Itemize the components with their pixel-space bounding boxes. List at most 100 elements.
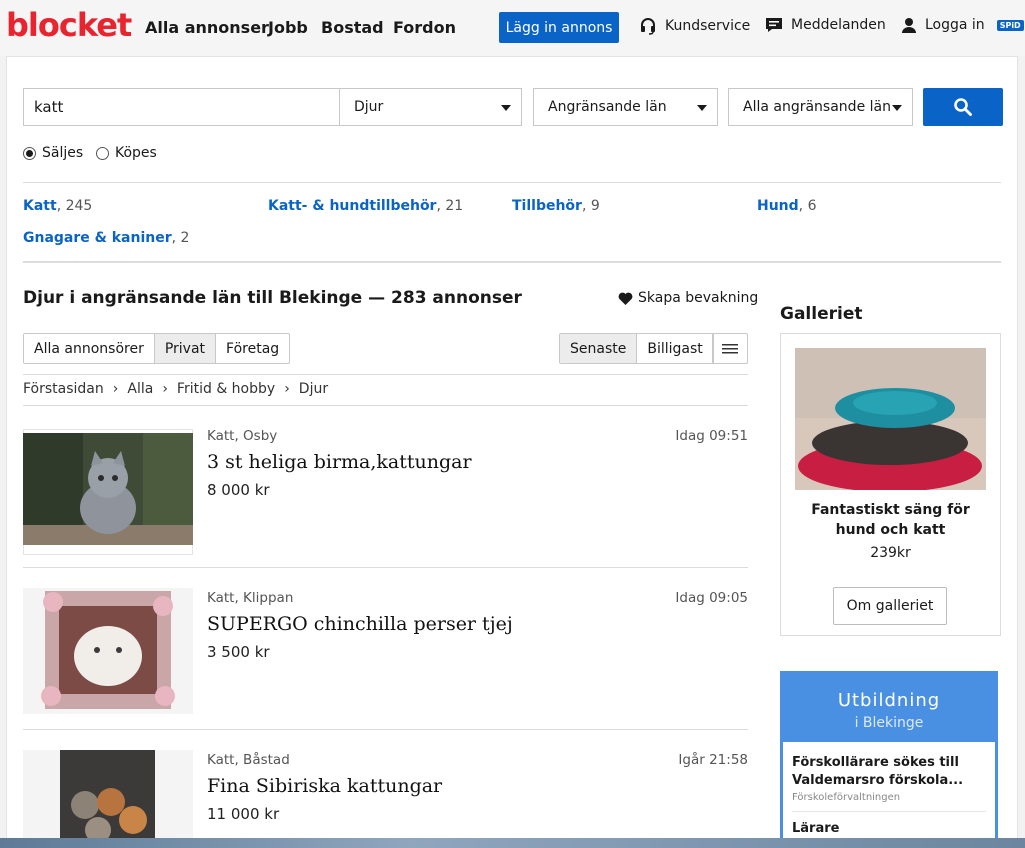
divider <box>23 374 748 375</box>
radio-buy[interactable]: Köpes <box>96 145 157 161</box>
gallery-item-name[interactable]: Fantastiskt säng för hund och katt <box>790 500 991 540</box>
education-ad[interactable]: Utbildning i Blekinge Förskollärare söke… <box>780 671 998 848</box>
search-input[interactable]: katt <box>23 88 339 126</box>
category-count: , 245 <box>56 198 93 214</box>
advertiser-filter: Alla annonsörer Privat Företag <box>23 333 291 364</box>
listing-price: 8 000 kr <box>207 481 270 499</box>
about-gallery-button[interactable]: Om galleriet <box>833 587 947 625</box>
messages-label: Meddelanden <box>791 17 886 33</box>
listing-title[interactable]: 3 st heliga birma,kattungar <box>207 451 472 473</box>
education-job-org: Förskoleförvaltningen <box>792 792 901 803</box>
divider <box>23 567 748 568</box>
search-button[interactable] <box>923 88 1003 126</box>
create-watch-button[interactable]: Skapa bevakning <box>618 290 758 306</box>
headset-icon <box>641 18 655 35</box>
list-view-button[interactable] <box>712 333 748 364</box>
divider <box>792 811 986 812</box>
nav-all-ads[interactable]: Alla annonser <box>145 18 269 37</box>
category-select-value: Djur <box>354 99 384 115</box>
breadcrumb: Förstasidan › Alla › Fritid & hobby › Dj… <box>23 381 328 397</box>
category-link-katt[interactable]: Katt, 245 <box>23 198 92 214</box>
subregion-select-value: Alla angränsande län <box>743 99 891 115</box>
listing-time: Igår 21:58 <box>678 752 748 768</box>
listing-title[interactable]: SUPERGO chinchilla perser tjej <box>207 613 513 635</box>
category-link-gnagare[interactable]: Gnagare & kaniner, 2 <box>23 230 189 246</box>
chevron-down-icon <box>501 105 511 111</box>
category-count: , 21 <box>436 198 464 214</box>
breadcrumb-current: Djur <box>298 381 329 397</box>
subregion-select[interactable]: Alla angränsande län <box>728 88 913 126</box>
nav-vehicles[interactable]: Fordon <box>393 18 456 37</box>
radio-sell[interactable]: Säljes <box>23 145 83 161</box>
chevron-down-icon <box>892 105 902 111</box>
listing-price: 3 500 kr <box>207 643 270 661</box>
login-label: Logga in <box>925 17 985 33</box>
login-link[interactable]: Logga in SPiD <box>901 17 1024 33</box>
breadcrumb-all[interactable]: Alla <box>127 381 153 397</box>
sort-cheapest[interactable]: Billigast <box>637 334 712 363</box>
breadcrumb-separator: › <box>112 381 119 397</box>
region-select-value: Angränsande län <box>548 99 667 115</box>
breadcrumb-hobby[interactable]: Fritid & hobby <box>177 381 275 397</box>
listing-image[interactable] <box>23 588 193 714</box>
listing-price: 11 000 kr <box>207 805 280 823</box>
results-heading: Djur i angränsande län till Blekinge — 2… <box>23 288 522 308</box>
blocket-logo[interactable]: blocket <box>6 6 132 44</box>
divider <box>23 182 1001 183</box>
category-name: Gnagare & kaniner <box>23 230 172 246</box>
category-name: Hund <box>757 198 799 214</box>
listing-title[interactable]: Fina Sibiriska kattungar <box>207 775 442 797</box>
listing-meta: Katt, Osby <box>207 428 278 444</box>
category-name: Katt- & hundtillbehör <box>268 198 437 214</box>
education-job-title[interactable]: Lärare <box>792 820 986 838</box>
breadcrumb-home[interactable]: Förstasidan <box>23 381 104 397</box>
cat-photo-icon <box>23 588 193 714</box>
radio-sell-label: Säljes <box>42 145 84 161</box>
category-link-hund[interactable]: Hund, 6 <box>757 198 816 214</box>
customer-service-label: Kundservice <box>665 18 751 34</box>
sort-latest[interactable]: Senaste <box>560 334 638 363</box>
category-link-katt-hund[interactable]: Katt- & hundtillbehör, 21 <box>268 198 463 214</box>
messages-link[interactable]: Meddelanden <box>765 17 886 33</box>
post-ad-button[interactable]: Lägg in annons <box>499 12 619 43</box>
category-select[interactable]: Djur <box>339 88 522 126</box>
gallery-image[interactable] <box>795 348 986 490</box>
radio-buy-label: Köpes <box>115 145 157 161</box>
filter-company[interactable]: Företag <box>216 334 289 363</box>
listing-image[interactable] <box>23 750 193 848</box>
desktop-taskbar-strip <box>0 838 1025 848</box>
region-select[interactable]: Angränsande län <box>533 88 718 126</box>
education-job-list: Förskollärare sökes till Valdemarsro för… <box>783 742 995 848</box>
pet-bed-photo-icon <box>795 348 986 490</box>
message-icon <box>766 18 782 32</box>
education-job-title[interactable]: Förskollärare sökes till Valdemarsro för… <box>792 754 986 790</box>
radio-selected-icon <box>23 146 36 160</box>
category-count: , 2 <box>171 230 190 246</box>
gallery-title: Galleriet <box>780 304 863 324</box>
nav-jobs[interactable]: Jobb <box>268 18 308 37</box>
customer-service-link[interactable]: Kundservice <box>639 17 750 35</box>
list-icon <box>722 343 738 353</box>
nav-housing[interactable]: Bostad <box>321 18 384 37</box>
filter-all-advertisers[interactable]: Alla annonsörer <box>24 334 155 363</box>
listing-meta: Katt, Klippan <box>207 590 294 606</box>
divider <box>23 261 1001 263</box>
sort-group: Senaste Billigast <box>559 333 714 364</box>
cat-photo-icon <box>23 433 193 545</box>
heart-icon <box>618 292 633 305</box>
listing-time: Idag 09:51 <box>675 428 748 444</box>
education-subtitle: i Blekinge <box>854 715 924 731</box>
listing-meta: Katt, Båstad <box>207 752 290 768</box>
listing-image[interactable] <box>23 433 193 545</box>
divider <box>23 729 748 730</box>
breadcrumb-separator: › <box>284 381 290 397</box>
create-watch-label: Skapa bevakning <box>638 290 759 306</box>
search-query: katt <box>34 98 64 116</box>
spid-badge: SPiD <box>996 19 1024 31</box>
cat-photo-icon <box>23 750 193 848</box>
radio-empty-icon <box>96 146 109 160</box>
category-name: Katt <box>23 198 57 214</box>
category-link-tillbehor[interactable]: Tillbehör, 9 <box>512 198 600 214</box>
education-title: Utbildning <box>837 690 941 711</box>
filter-private[interactable]: Privat <box>154 334 217 363</box>
